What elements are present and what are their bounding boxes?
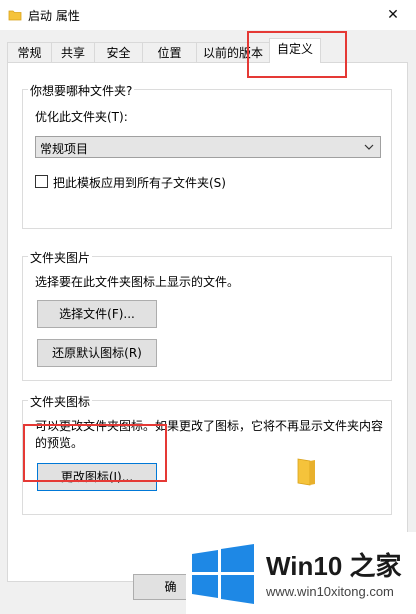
chevron-down-icon: [364, 139, 374, 158]
tab-strip: 常规 共享 安全 位置 以前的版本 自定义: [0, 38, 416, 63]
tab-security[interactable]: 安全: [94, 42, 143, 62]
folder-icons-group-title: 文件夹图标: [28, 393, 93, 410]
apply-subfolders-label: 把此模板应用到所有子文件夹(S): [53, 176, 226, 190]
folder-icon: [8, 8, 22, 25]
optimize-label: 优化此文件夹(T):: [35, 110, 128, 124]
restore-default-button[interactable]: 还原默认图标(R): [37, 339, 157, 367]
tab-customize[interactable]: 自定义: [269, 38, 321, 63]
folder-pictures-description: 选择要在此文件夹图标上显示的文件。: [35, 275, 240, 289]
window-title: 启动 属性: [28, 9, 80, 23]
tab-sharing[interactable]: 共享: [51, 42, 95, 62]
choose-file-button[interactable]: 选择文件(F)...: [37, 300, 157, 328]
windows-logo-icon: [190, 544, 256, 607]
highlight-box-change-icon: [23, 424, 167, 482]
dialog-body: 常规 共享 安全 位置 以前的版本 自定义 你想要哪种文件夹? 优化此文件夹(T…: [0, 30, 416, 614]
watermark: Win10 之家 www.win10xitong.com: [186, 532, 416, 614]
template-select[interactable]: 常规项目: [35, 136, 381, 158]
tab-panel-customize: 你想要哪种文件夹? 优化此文件夹(T): 常规项目 把此模板应用到所有子文件夹(…: [7, 62, 408, 582]
watermark-url: www.win10xitong.com: [266, 584, 394, 599]
folder-type-group-title: 你想要哪种文件夹?: [28, 82, 135, 99]
folder-pictures-group: 文件夹图片 选择要在此文件夹图标上显示的文件。 选择文件(F)... 还原默认图…: [22, 249, 392, 381]
template-select-value: 常规项目: [40, 142, 89, 156]
folder-preview-icon: [296, 457, 318, 490]
folder-type-group: 你想要哪种文件夹? 优化此文件夹(T): 常规项目 把此模板应用到所有子文件夹(…: [22, 82, 392, 229]
close-button[interactable]: ✕: [370, 0, 416, 30]
watermark-title: Win10 之家: [266, 551, 402, 581]
tab-location[interactable]: 位置: [142, 42, 197, 62]
title-bar: 启动 属性 ✕: [0, 0, 416, 30]
apply-subfolders-checkbox[interactable]: [35, 175, 48, 188]
tab-general[interactable]: 常规: [7, 42, 52, 62]
folder-pictures-group-title: 文件夹图片: [28, 249, 93, 266]
